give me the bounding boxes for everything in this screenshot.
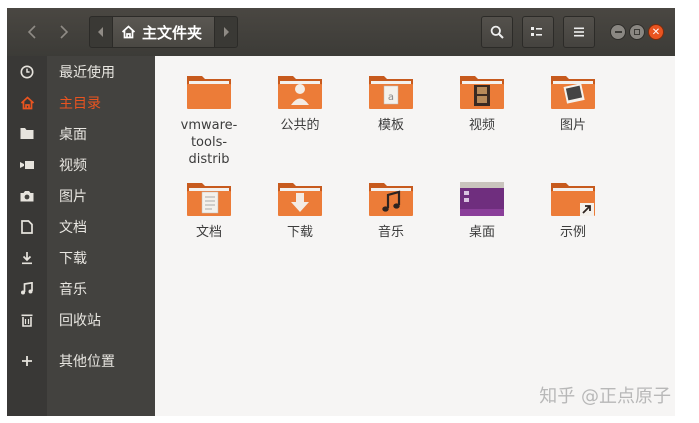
file-label: 视频 xyxy=(468,118,495,133)
file-label: 音乐 xyxy=(377,225,404,240)
minimize-button[interactable] xyxy=(610,24,626,40)
clock-icon xyxy=(7,65,47,79)
folder-item-templates[interactable]: a 模板 xyxy=(356,72,426,134)
path-current-label: 主文件夹 xyxy=(142,23,203,42)
document-icon xyxy=(7,219,47,234)
folder-item-desktop[interactable]: 桌面 xyxy=(447,179,517,241)
close-icon: ✕ xyxy=(651,26,661,38)
file-label: 桌面 xyxy=(468,225,495,240)
file-label: 模板 xyxy=(377,118,404,133)
sidebar-item-recent[interactable]: 最近使用 xyxy=(7,56,155,87)
file-manager-window: 主文件夹 ✕ 最近使用 主目录 桌面 视频 图片 文档 下载 音乐 回收站 其他… xyxy=(7,8,675,416)
sidebar-item-other-locations[interactable]: 其他位置 xyxy=(7,345,155,376)
path-scroll-left[interactable] xyxy=(90,17,112,47)
search-icon xyxy=(490,25,504,39)
folder-item-documents[interactable]: 文档 xyxy=(174,179,244,241)
sidebar-item-pictures[interactable]: 图片 xyxy=(7,180,155,211)
sidebar-item-documents[interactable]: 文档 xyxy=(7,211,155,242)
forward-icon xyxy=(60,25,69,39)
sidebar-item-downloads[interactable]: 下载 xyxy=(7,242,155,273)
maximize-icon xyxy=(634,29,640,35)
sidebar-item-home[interactable]: 主目录 xyxy=(7,87,155,118)
camera-icon xyxy=(7,190,47,202)
watermark: 知乎 @正点原子 xyxy=(539,386,671,407)
download-icon xyxy=(7,251,47,265)
sidebar-item-desktop[interactable]: 桌面 xyxy=(7,118,155,149)
plus-icon xyxy=(7,355,47,367)
folder-documents-icon xyxy=(187,183,231,216)
folder-pictures-icon xyxy=(551,76,595,109)
sidebar-item-videos[interactable]: 视频 xyxy=(7,149,155,180)
file-label: 下载 xyxy=(286,225,313,240)
path-bar: 主文件夹 xyxy=(89,16,239,48)
maximize-button[interactable] xyxy=(629,24,645,40)
header-bar: 主文件夹 ✕ xyxy=(7,8,675,56)
search-button[interactable] xyxy=(481,16,513,48)
trash-icon xyxy=(7,313,47,327)
file-label: vmware- tools- distrib xyxy=(180,118,238,167)
folder-item-public[interactable]: 公共的 xyxy=(265,72,335,134)
folder-icon xyxy=(187,76,231,109)
file-view: vmware- tools- distrib 公共的 a 模板 视频 图片 文档… xyxy=(155,56,675,416)
list-view-icon xyxy=(531,27,542,36)
folder-item-downloads[interactable]: 下载 xyxy=(265,179,335,241)
home-icon xyxy=(121,25,136,39)
file-label: 图片 xyxy=(559,118,586,133)
sidebar-item-label: 桌面 xyxy=(59,126,87,143)
sidebar-item-label: 图片 xyxy=(59,188,87,205)
close-button[interactable]: ✕ xyxy=(648,24,664,40)
hamburger-menu-icon xyxy=(574,27,584,37)
svg-text:a: a xyxy=(388,92,394,103)
path-scroll-right[interactable] xyxy=(215,17,237,47)
folder-examples-icon xyxy=(551,183,595,216)
folder-music-icon xyxy=(369,183,413,216)
desktop-folder-icon xyxy=(460,182,504,216)
folder-videos-icon xyxy=(460,76,504,109)
folder-public-icon xyxy=(278,76,322,109)
home-icon xyxy=(7,95,47,110)
menu-button[interactable] xyxy=(563,16,595,48)
back-button[interactable] xyxy=(17,16,47,48)
folder-item-music[interactable]: 音乐 xyxy=(356,179,426,241)
folder-download-icon xyxy=(278,183,322,216)
sidebar: 最近使用 主目录 桌面 视频 图片 文档 下载 音乐 回收站 其他位置 xyxy=(7,56,155,416)
folder-icon xyxy=(7,127,47,140)
folder-templates-icon: a xyxy=(369,76,413,109)
caret-left-icon xyxy=(98,27,103,37)
view-toggle-button[interactable] xyxy=(522,16,554,48)
minimize-icon xyxy=(614,31,622,33)
sidebar-item-music[interactable]: 音乐 xyxy=(7,273,155,304)
sidebar-item-label: 视频 xyxy=(59,157,87,174)
folder-item-videos[interactable]: 视频 xyxy=(447,72,517,134)
path-current-button[interactable]: 主文件夹 xyxy=(112,17,216,47)
sidebar-item-label: 回收站 xyxy=(59,312,101,329)
back-icon xyxy=(27,25,36,39)
sidebar-item-label: 最近使用 xyxy=(59,64,115,81)
file-label: 示例 xyxy=(559,225,586,240)
sidebar-item-label: 音乐 xyxy=(59,281,87,298)
sidebar-item-trash[interactable]: 回收站 xyxy=(7,304,155,335)
forward-button[interactable] xyxy=(49,16,79,48)
caret-right-icon xyxy=(224,27,230,37)
video-icon xyxy=(7,160,47,170)
sidebar-item-label: 下载 xyxy=(59,250,87,267)
folder-item-pictures[interactable]: 图片 xyxy=(538,72,608,134)
sidebar-item-label: 主目录 xyxy=(59,95,101,112)
music-icon xyxy=(7,282,47,295)
folder-item-vmware-tools-distrib[interactable]: vmware- tools- distrib xyxy=(174,72,244,168)
file-label: 文档 xyxy=(195,225,222,240)
sidebar-item-label: 文档 xyxy=(59,219,87,236)
sidebar-item-label: 其他位置 xyxy=(59,353,115,370)
folder-item-examples[interactable]: 示例 xyxy=(538,179,608,241)
file-label: 公共的 xyxy=(280,118,320,133)
